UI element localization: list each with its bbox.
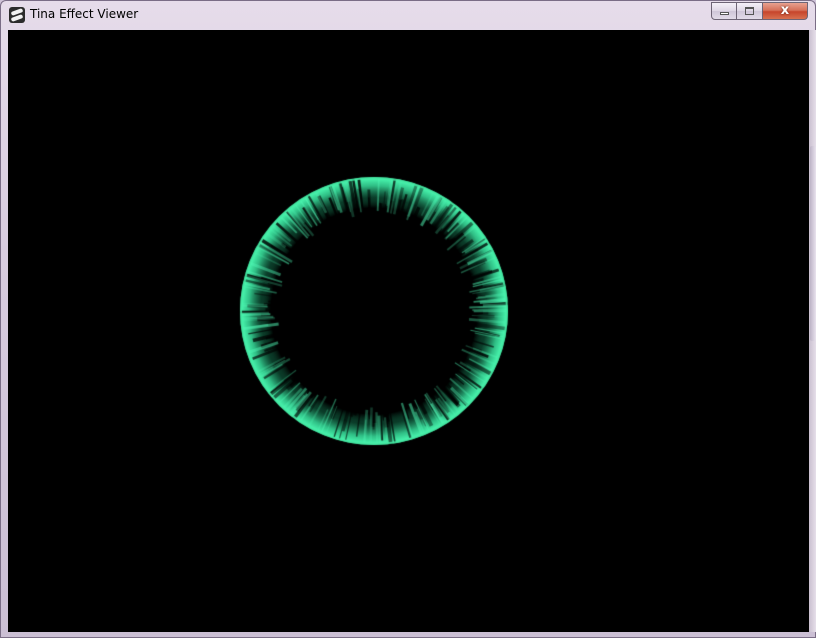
minimize-button[interactable] bbox=[711, 2, 737, 20]
effect-viewport[interactable] bbox=[8, 30, 809, 632]
app-window: Tina Effect Viewer x bbox=[0, 0, 816, 638]
app-icon[interactable] bbox=[9, 7, 25, 23]
window-title: Tina Effect Viewer bbox=[30, 7, 139, 21]
close-icon: x bbox=[780, 3, 790, 18]
resize-handle[interactable] bbox=[810, 146, 816, 341]
maximize-button[interactable] bbox=[737, 2, 763, 20]
glow-ring-effect bbox=[8, 30, 809, 632]
caption-buttons: x bbox=[711, 2, 808, 21]
close-button[interactable]: x bbox=[763, 2, 808, 20]
minimize-icon bbox=[720, 12, 729, 15]
maximize-icon bbox=[745, 7, 754, 15]
title-bar[interactable]: Tina Effect Viewer x bbox=[1, 1, 815, 29]
